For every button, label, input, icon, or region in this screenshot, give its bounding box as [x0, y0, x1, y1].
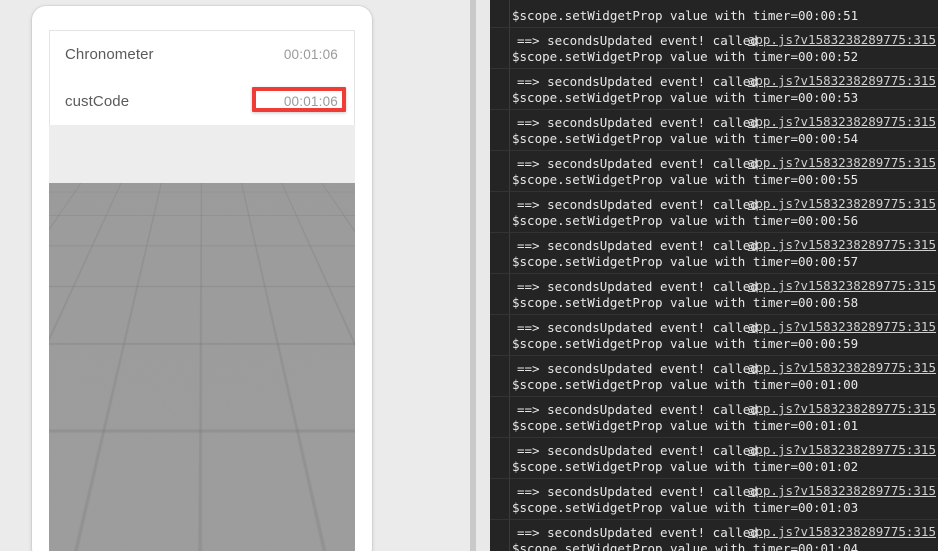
widget-list: Chronometer 00:01:06 custCode 00:01:06 [49, 30, 355, 125]
three-d-viewport[interactable]: Scene polygon count: 8 [49, 125, 355, 551]
console-log-entry[interactable]: ==> secondsUpdated event! called app.js?v… [490, 396, 938, 437]
widget-row-custcode[interactable]: custCode 00:01:06 [50, 78, 354, 125]
console-source-link[interactable]: app.js?v1583238289775:315 [748, 318, 936, 335]
console-log-entry[interactable]: ==> secondsUpdated event! called app.js?v… [490, 314, 938, 355]
console-source-link[interactable]: app.js?v1583238289775:315 [748, 236, 936, 253]
console-log-message: ==> secondsUpdated event! called [517, 115, 758, 130]
console-log-message: ==> secondsUpdated event! called [517, 197, 758, 212]
console-source-link[interactable]: app.js?v1583238289775:315 [748, 482, 936, 499]
console-log-detail: $scope.setWidgetProp value with timer=00… [512, 459, 859, 474]
console-log-line-primary: ==> secondsUpdated event! called app.js?v… [490, 441, 938, 458]
screenshot-root: Chronometer 00:01:06 custCode 00:01:06 S… [0, 0, 938, 551]
widget-label: Chronometer [65, 46, 154, 63]
console-log-message: ==> secondsUpdated event! called [517, 320, 758, 335]
console-log-entry[interactable]: ==> secondsUpdated event! called app.js?v… [490, 68, 938, 109]
console-log-detail: $scope.setWidgetProp value with timer=00… [512, 8, 859, 23]
console-log-message: ==> secondsUpdated event! called [517, 402, 758, 417]
console-log-entry[interactable]: ==> secondsUpdated event! called app.js?v… [490, 109, 938, 150]
console-log-entry[interactable]: ==> secondsUpdated event! called app.js?v… [490, 27, 938, 68]
widget-label: custCode [65, 93, 130, 110]
console-source-link[interactable]: app.js?v1583238289775:315 [748, 441, 936, 458]
console-log-message: ==> secondsUpdated event! called [517, 156, 758, 171]
scene-polygon-count: Scene polygon count: 8 [200, 542, 344, 551]
console-log-line-primary: ==> secondsUpdated event! called app.js?v… [490, 400, 938, 417]
console-log-message: ==> secondsUpdated event! called [517, 279, 758, 294]
console-log-detail: $scope.setWidgetProp value with timer=00… [512, 500, 859, 515]
console-log-entry[interactable]: ==> secondsUpdated event! called app.js?v… [490, 437, 938, 478]
console-source-link[interactable]: app.js?v1583238289775:315 [748, 359, 936, 376]
console-source-link[interactable]: app.js?v1583238289775:315 [748, 195, 936, 212]
console-log-line-primary: ==> secondsUpdated event! called app.js?v… [490, 31, 938, 48]
console-source-link[interactable]: app.js?v1583238289775:315 [748, 31, 936, 48]
console-log-message: ==> secondsUpdated event! called [517, 484, 758, 499]
console-source-link[interactable]: app.js?v1583238289775:315 [748, 277, 936, 294]
console-log-line-primary: ==> secondsUpdated event! called app.js?v… [490, 482, 938, 499]
console-log-line-primary: ==> secondsUpdated event! called app.js?v… [490, 236, 938, 253]
console-log-entry[interactable]: ==> secondsUpdated event! called app.js?v… [490, 519, 938, 551]
console-source-link[interactable]: app.js?v1583238289775:315 [748, 154, 936, 171]
console-log-detail: $scope.setWidgetProp value with timer=00… [512, 131, 859, 146]
console-log-entry[interactable]: ==> secondsUpdated event! called app.js?v… [490, 273, 938, 314]
console-source-link[interactable]: app.js?v1583238289775:315 [748, 523, 936, 540]
console-log-line-primary: ==> secondsUpdated event! called app.js?v… [490, 72, 938, 89]
console-log-detail: $scope.setWidgetProp value with timer=00… [512, 418, 859, 433]
panel-divider [470, 0, 491, 551]
console-log-entry[interactable]: ==> secondsUpdated event! called app.js?v… [490, 355, 938, 396]
console-log-detail: $scope.setWidgetProp value with timer=00… [512, 213, 859, 228]
widget-row-chronometer[interactable]: Chronometer 00:01:06 [50, 31, 354, 78]
widget-value: 00:01:06 [283, 47, 338, 62]
console-log-line-primary [490, 0, 938, 7]
console-log-line-primary: ==> secondsUpdated event! called app.js?v… [490, 359, 938, 376]
console-log-detail: $scope.setWidgetProp value with timer=00… [512, 49, 859, 64]
console-log-entry[interactable]: ==> secondsUpdated event! called app.js?v… [490, 191, 938, 232]
panel-divider-shadow [470, 0, 476, 551]
console-source-link[interactable]: app.js?v1583238289775:315 [748, 72, 936, 89]
console-log-detail: $scope.setWidgetProp value with timer=00… [512, 336, 859, 351]
console-log-entry-partial[interactable]: $scope.setWidgetProp value with timer=00… [490, 0, 938, 27]
console-log-message: ==> secondsUpdated event! called [517, 443, 758, 458]
console-log-detail: $scope.setWidgetProp value with timer=00… [512, 90, 859, 105]
console-log-message: ==> secondsUpdated event! called [517, 74, 758, 89]
console-log-detail: $scope.setWidgetProp value with timer=00… [512, 254, 859, 269]
console-log-line-primary: ==> secondsUpdated event! called app.js?v… [490, 113, 938, 130]
console-log-detail: $scope.setWidgetProp value with timer=00… [512, 377, 859, 392]
console-log-list: $scope.setWidgetProp value with timer=00… [490, 0, 938, 551]
console-log-detail: $scope.setWidgetProp value with timer=00… [512, 541, 859, 551]
app-preview-pane: Chronometer 00:01:06 custCode 00:01:06 S… [0, 0, 470, 551]
console-log-line-primary: ==> secondsUpdated event! called app.js?v… [490, 523, 938, 540]
console-log-message: ==> secondsUpdated event! called [517, 361, 758, 376]
console-source-link[interactable]: app.js?v1583238289775:315 [748, 113, 936, 130]
console-log-message: ==> secondsUpdated event! called [517, 525, 758, 540]
widget-value: 00:01:06 [283, 94, 338, 109]
device-frame: Chronometer 00:01:06 custCode 00:01:06 S… [32, 6, 372, 551]
plane-center-dot [208, 290, 211, 293]
console-log-detail: $scope.setWidgetProp value with timer=00… [512, 295, 859, 310]
console-log-entry[interactable]: ==> secondsUpdated event! called app.js?v… [490, 150, 938, 191]
console-log-line-primary: ==> secondsUpdated event! called app.js?v… [490, 277, 938, 294]
console-log-entry[interactable]: ==> secondsUpdated event! called app.js?v… [490, 478, 938, 519]
console-log-message: ==> secondsUpdated event! called [517, 33, 758, 48]
console-log-line-primary: ==> secondsUpdated event! called app.js?v… [490, 154, 938, 171]
console-log-detail: $scope.setWidgetProp value with timer=00… [512, 172, 859, 187]
console-log-entry[interactable]: ==> secondsUpdated event! called app.js?v… [490, 232, 938, 273]
devtools-console-pane[interactable]: $scope.setWidgetProp value with timer=00… [490, 0, 938, 551]
console-log-line-primary: ==> secondsUpdated event! called app.js?v… [490, 318, 938, 335]
console-log-line-primary: ==> secondsUpdated event! called app.js?v… [490, 195, 938, 212]
console-source-link[interactable]: app.js?v1583238289775:315 [748, 400, 936, 417]
console-log-message: ==> secondsUpdated event! called [517, 238, 758, 253]
